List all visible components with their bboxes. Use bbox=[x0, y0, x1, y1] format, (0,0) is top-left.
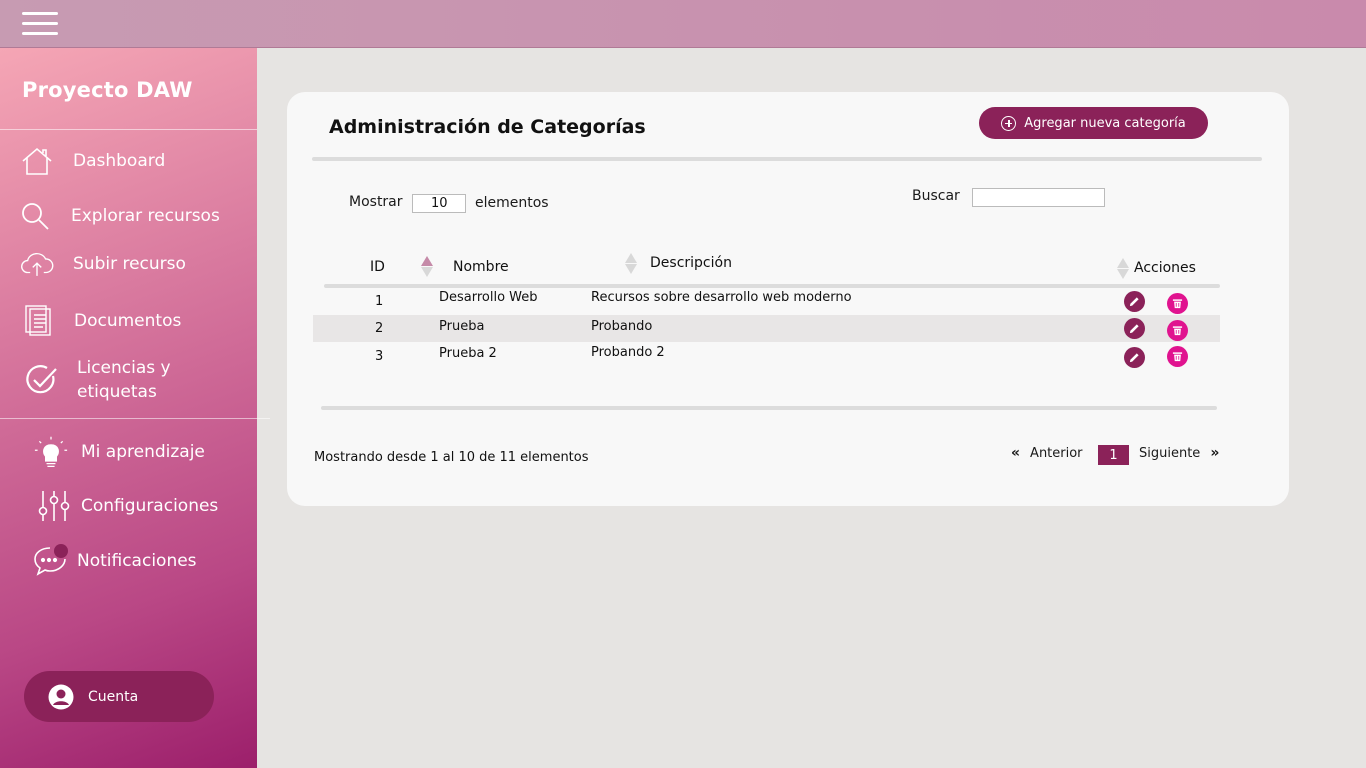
delete-button[interactable] bbox=[1167, 293, 1188, 314]
pagination-prev[interactable]: « Anterior bbox=[1011, 445, 1083, 461]
sort-arrows-icon[interactable] bbox=[1117, 258, 1129, 280]
edit-button[interactable] bbox=[1124, 318, 1145, 339]
sidebar-item-label: Dashboard bbox=[73, 151, 166, 171]
sidebar-item-notificaciones[interactable]: Notificaciones bbox=[0, 544, 257, 578]
table-row: 3 Prueba 2 Probando 2 bbox=[313, 342, 1220, 369]
column-header-actions: Acciones bbox=[1134, 260, 1196, 276]
pagination-next-label: Siguiente bbox=[1139, 445, 1201, 461]
categories-card: Administración de Categorías Agregar nue… bbox=[287, 92, 1289, 506]
elements-label: elementos bbox=[475, 195, 549, 211]
show-label: Mostrar bbox=[349, 194, 403, 210]
column-header-id[interactable]: ID bbox=[370, 259, 385, 275]
top-bar bbox=[0, 0, 1366, 48]
sidebar-divider bbox=[0, 418, 270, 419]
sidebar-item-label: Licencias y etiquetas bbox=[77, 358, 171, 402]
home-icon bbox=[20, 144, 54, 178]
sidebar-item-explorar[interactable]: Explorar recursos bbox=[0, 199, 257, 233]
brand-title: Proyecto DAW bbox=[22, 78, 193, 102]
cell-id: 2 bbox=[375, 321, 384, 336]
edit-button[interactable] bbox=[1124, 347, 1145, 368]
search-label: Buscar bbox=[912, 188, 960, 204]
pagination-info: Mostrando desde 1 al 10 de 11 elementos bbox=[314, 450, 589, 465]
pencil-icon bbox=[1129, 324, 1139, 334]
sidebar-divider bbox=[0, 129, 257, 130]
column-header-description[interactable]: Descripción bbox=[650, 255, 732, 271]
sort-arrows-icon[interactable] bbox=[625, 253, 637, 275]
sidebar-item-documentos[interactable]: Documentos bbox=[0, 304, 257, 338]
trash-icon bbox=[1172, 326, 1183, 336]
double-chevron-left-icon: « bbox=[1011, 445, 1021, 461]
cell-id: 3 bbox=[375, 349, 384, 364]
sidebar-item-label: Explorar recursos bbox=[71, 206, 220, 226]
delete-button[interactable] bbox=[1167, 320, 1188, 341]
table-footer-divider bbox=[321, 406, 1217, 410]
add-category-label: Agregar nueva categoría bbox=[1024, 115, 1186, 131]
edit-button[interactable] bbox=[1124, 291, 1145, 312]
cell-description: Probando 2 bbox=[591, 345, 665, 360]
trash-icon bbox=[1172, 352, 1183, 362]
sidebar-item-label: Notificaciones bbox=[77, 551, 197, 571]
account-button[interactable]: Cuenta bbox=[24, 671, 214, 722]
account-label: Cuenta bbox=[88, 688, 139, 705]
delete-button[interactable] bbox=[1167, 346, 1188, 367]
sidebar-item-licencias[interactable]: Licencias y etiquetas bbox=[0, 356, 257, 404]
pagination-prev-label: Anterior bbox=[1030, 445, 1083, 461]
hamburger-menu-icon[interactable] bbox=[20, 10, 60, 38]
sidebar-item-label: Documentos bbox=[74, 311, 182, 331]
pencil-icon bbox=[1129, 353, 1139, 363]
sidebar-item-aprendizaje[interactable]: Mi aprendizaje bbox=[0, 435, 257, 469]
header-divider bbox=[312, 157, 1262, 161]
documents-icon bbox=[22, 304, 56, 338]
sidebar-item-label: Configuraciones bbox=[81, 496, 219, 516]
add-category-button[interactable]: Agregar nueva categoría bbox=[979, 107, 1208, 139]
cell-name: Desarrollo Web bbox=[439, 290, 538, 305]
pagination-page-current[interactable]: 1 bbox=[1098, 445, 1129, 465]
sidebar: Proyecto DAW Dashboard Explorar recursos… bbox=[0, 48, 270, 768]
sidebar-item-label: Subir recurso bbox=[73, 254, 186, 274]
cell-id: 1 bbox=[375, 294, 384, 309]
lightbulb-icon bbox=[34, 435, 68, 469]
cloud-upload-icon bbox=[20, 247, 54, 281]
column-header-name[interactable]: Nombre bbox=[453, 259, 509, 275]
cell-name: Prueba bbox=[439, 319, 485, 334]
sliders-icon bbox=[37, 489, 71, 523]
pagination-next[interactable]: Siguiente » bbox=[1139, 445, 1219, 461]
table-row: 2 Prueba Probando bbox=[313, 315, 1220, 342]
pencil-icon bbox=[1129, 297, 1139, 307]
double-chevron-right-icon: » bbox=[1210, 445, 1220, 461]
page-size-input[interactable] bbox=[412, 194, 466, 213]
page-title: Administración de Categorías bbox=[329, 116, 646, 138]
sidebar-item-label: Mi aprendizaje bbox=[81, 442, 205, 462]
check-circle-icon bbox=[25, 363, 59, 397]
sidebar-item-dashboard[interactable]: Dashboard bbox=[0, 144, 257, 178]
plus-circle-icon bbox=[1001, 115, 1017, 131]
trash-icon bbox=[1172, 299, 1183, 309]
sidebar-item-subir[interactable]: Subir recurso bbox=[0, 247, 257, 281]
search-input[interactable] bbox=[972, 188, 1105, 207]
sidebar-item-configuraciones[interactable]: Configuraciones bbox=[0, 489, 257, 523]
notification-dot bbox=[54, 544, 68, 558]
user-avatar-icon bbox=[48, 684, 74, 710]
sort-arrows-icon[interactable] bbox=[421, 256, 433, 278]
cell-description: Probando bbox=[591, 319, 653, 334]
cell-description: Recursos sobre desarrollo web moderno bbox=[591, 290, 852, 305]
table-row: 1 Desarrollo Web Recursos sobre desarrol… bbox=[313, 288, 1220, 315]
search-icon bbox=[18, 199, 52, 233]
cell-name: Prueba 2 bbox=[439, 346, 497, 361]
